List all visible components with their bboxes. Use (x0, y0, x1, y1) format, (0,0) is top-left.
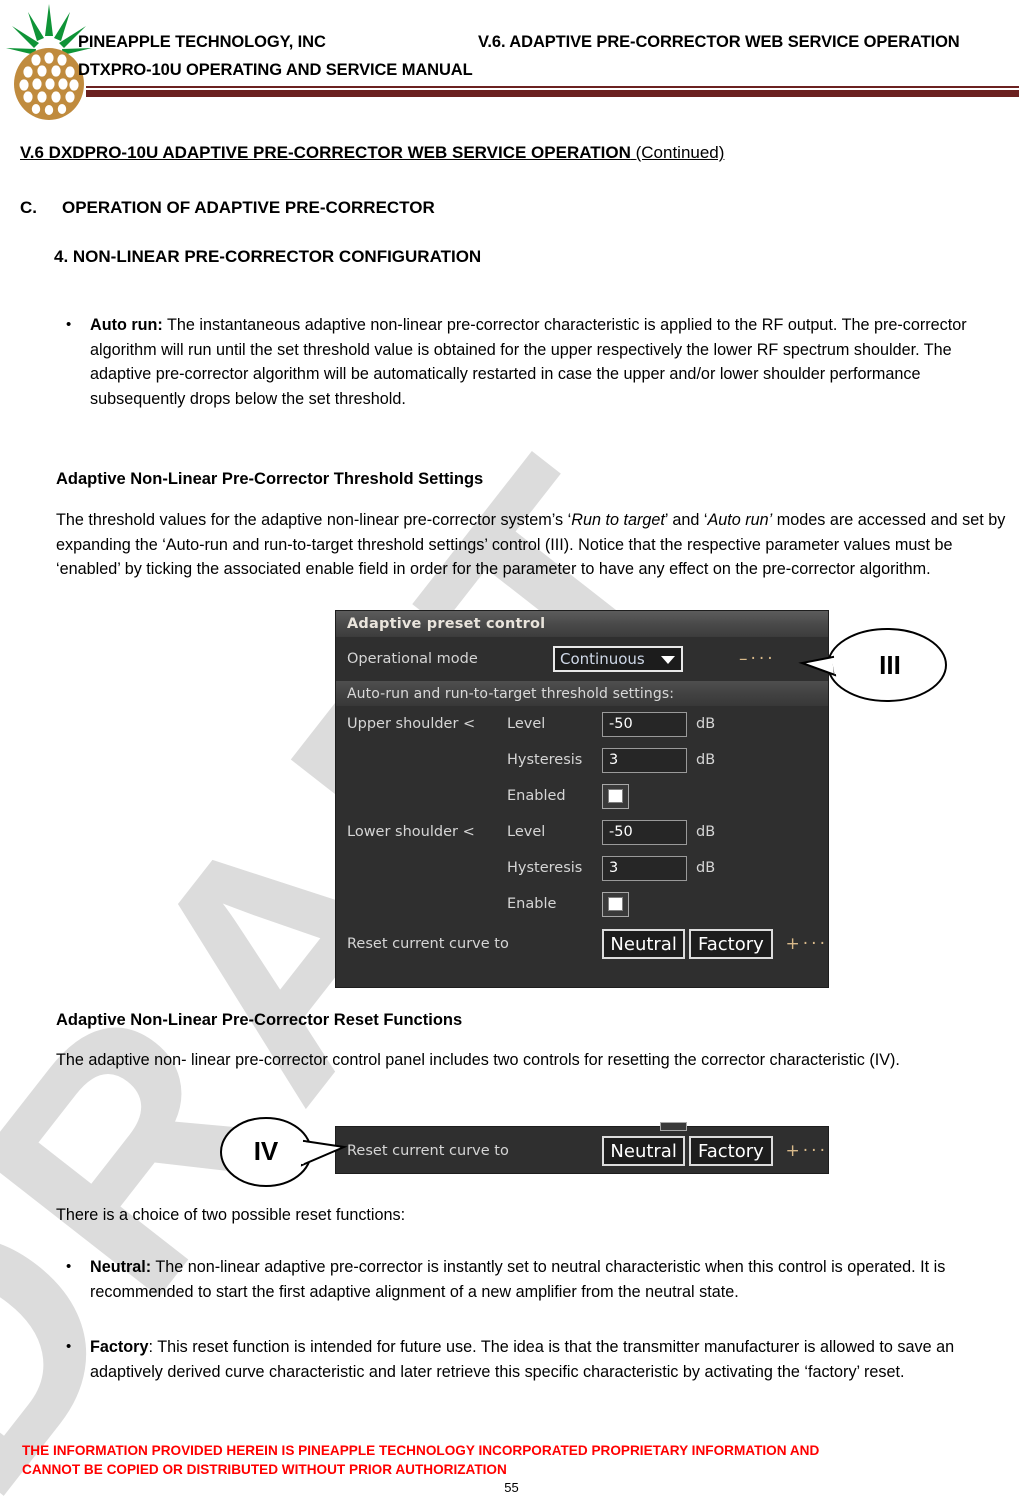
bullet-dot-icon: • (66, 1258, 72, 1275)
bullet-factory-text: This reset function is intended for futu… (90, 1338, 955, 1381)
callout-label-four: IV (253, 1136, 279, 1166)
threshold-para-2: ’ and ‘ (664, 511, 708, 529)
bullet-neutral-label: Neutral: (90, 1258, 152, 1276)
page-title-continued: (Continued) (635, 143, 725, 162)
expand-collapse-indicator-plus[interactable]: +··· (786, 934, 828, 954)
reset-curve-label: Reset current curve to (347, 1143, 509, 1159)
page-title: V.6 DXDPRO-10U ADAPTIVE PRE-CORRECTOR WE… (20, 143, 724, 163)
threshold-settings-bar: Auto-run and run-to-target threshold set… (336, 681, 828, 706)
bullet-auto-run-text: The instantaneous adaptive non-linear pr… (90, 316, 967, 408)
table-row: Hysteresis 3 dB (336, 742, 828, 778)
row-group-label: Upper shoulder < (347, 716, 476, 732)
header-rule-thick (86, 90, 1019, 97)
row-param-label: Enabled (507, 788, 566, 804)
page-number: 55 (504, 1480, 519, 1495)
table-row: Hysteresis 3 dB (336, 850, 828, 886)
callout-label-three: III (879, 650, 901, 680)
section-c-label: C. (20, 198, 37, 217)
bullet-auto-run-label: Auto run: (90, 316, 163, 334)
threshold-para-1: The threshold values for the adaptive no… (56, 511, 572, 529)
list-item: • Factory: This reset function is intend… (56, 1335, 1004, 1384)
table-row: Upper shoulder < Level -50 dB (336, 706, 828, 742)
table-row: Enabled (336, 778, 828, 814)
bullet-auto-run: Auto run: The instantaneous adaptive non… (90, 313, 1004, 411)
panel-title: Adaptive preset control (336, 611, 828, 637)
expand-collapse-indicator-plus[interactable]: +··· (786, 1141, 828, 1161)
bullet-neutral: Neutral: The non-linear adaptive pre-cor… (90, 1255, 1004, 1304)
factory-button[interactable]: Factory (689, 929, 773, 959)
table-row: Lower shoulder < Level -50 dB (336, 814, 828, 850)
header-title-block: PINEAPPLE TECHNOLOGY, INC V.6. ADAPTIVE P… (78, 28, 1018, 84)
page-header: PINEAPPLE TECHNOLOGY, INC V.6. ADAPTIVE P… (0, 0, 1023, 120)
reset-curve-label: Reset current curve to (347, 936, 509, 952)
row-group-label: Lower shoulder < (347, 824, 475, 840)
lower-hysteresis-input[interactable]: 3 (602, 855, 687, 881)
reset-curve-strip-panel: Reset current curve to Neutral Factory +… (335, 1122, 829, 1175)
threshold-paragraph: The threshold values for the adaptive no… (56, 508, 1011, 582)
upper-enabled-checkbox[interactable] (602, 783, 629, 809)
footer-notice-line-2: CANNOT BE COPIED OR DISTRIBUTED WITHOUT … (22, 1462, 507, 1477)
row-unit-label: dB (696, 716, 716, 732)
neutral-button[interactable]: Neutral (602, 1136, 686, 1166)
header-section-title: V.6. ADAPTIVE PRE-CORRECTOR WEB SERVICE … (478, 33, 960, 51)
chevron-down-icon (661, 656, 675, 664)
bullet-factory-label: Factory (90, 1338, 149, 1356)
factory-button[interactable]: Factory (689, 1136, 773, 1166)
lower-enable-checkbox[interactable] (602, 891, 629, 917)
footer-notice-line-1: THE INFORMATION PROVIDED HEREIN IS PINEA… (22, 1443, 820, 1458)
partial-checkbox-icon (660, 1122, 687, 1131)
list-item: • Auto run: The instantaneous adaptive n… (56, 313, 1004, 411)
row-param-label: Hysteresis (507, 860, 583, 876)
header-company: PINEAPPLE TECHNOLOGY, INC (78, 33, 326, 51)
document-page: DRAFT (0, 0, 1023, 1503)
reset-heading: Adaptive Non-Linear Pre-Corrector Reset … (56, 1011, 463, 1029)
upper-hysteresis-input[interactable]: 3 (602, 747, 687, 773)
page-title-main: V.6 DXDPRO-10U ADAPTIVE PRE-CORRECTOR WE… (20, 143, 631, 162)
operational-mode-dropdown[interactable]: Continuous (553, 646, 683, 672)
list-item: • Neutral: The non-linear adaptive pre-c… (56, 1255, 1004, 1304)
neutral-button[interactable]: Neutral (602, 929, 686, 959)
checkbox-box-icon (608, 897, 623, 911)
row-param-label: Level (507, 824, 546, 840)
checkbox-box-icon (608, 789, 623, 803)
section-c-title: OPERATION OF ADAPTIVE PRE-CORRECTOR (62, 198, 435, 217)
row-param-label: Level (507, 716, 546, 732)
operational-mode-label: Operational mode (347, 651, 478, 667)
bullet-neutral-text: The non-linear adaptive pre-corrector is… (90, 1258, 946, 1301)
section-c: C. OPERATION OF ADAPTIVE PRE-CORRECTOR (20, 198, 435, 218)
operational-mode-row: Operational mode Continuous –··· (336, 637, 828, 681)
threshold-italic-1: Run to target (571, 511, 665, 529)
reset-curve-row: Reset current curve to Neutral Factory +… (336, 1127, 828, 1175)
row-param-label: Enable (507, 896, 557, 912)
choice-paragraph: There is a choice of two possible reset … (56, 1206, 406, 1224)
subsection-4: 4. NON-LINEAR PRE-CORRECTOR CONFIGURATIO… (54, 247, 482, 266)
row-unit-label: dB (696, 860, 716, 876)
bullet-factory: Factory: This reset function is intended… (90, 1335, 1004, 1384)
threshold-italic-2: Auto run’ (707, 511, 773, 529)
bullet-dot-icon: • (66, 316, 72, 333)
lower-level-input[interactable]: -50 (602, 819, 687, 845)
upper-level-input[interactable]: -50 (602, 711, 687, 737)
adaptive-preset-control-panel: Adaptive preset control Operational mode… (335, 610, 829, 988)
bullet-dot-icon: • (66, 1338, 72, 1355)
table-row: Enable (336, 886, 828, 922)
header-rule-thin (86, 86, 1019, 88)
header-manual: DTXPRO-10U OPERATING AND SERVICE MANUAL (78, 61, 473, 79)
operational-mode-value: Continuous (560, 650, 645, 668)
threshold-heading: Adaptive Non-Linear Pre-Corrector Thresh… (56, 470, 484, 488)
row-param-label: Hysteresis (507, 752, 583, 768)
reset-paragraph: The adaptive non- linear pre-corrector c… (56, 1051, 900, 1069)
footer-notice: THE INFORMATION PROVIDED HEREIN IS PINEA… (22, 1441, 1007, 1479)
row-unit-label: dB (696, 752, 716, 768)
row-unit-label: dB (696, 824, 716, 840)
expand-collapse-indicator-minus[interactable]: –··· (739, 649, 776, 669)
reset-curve-row: Reset current curve to Neutral Factory +… (336, 922, 828, 966)
